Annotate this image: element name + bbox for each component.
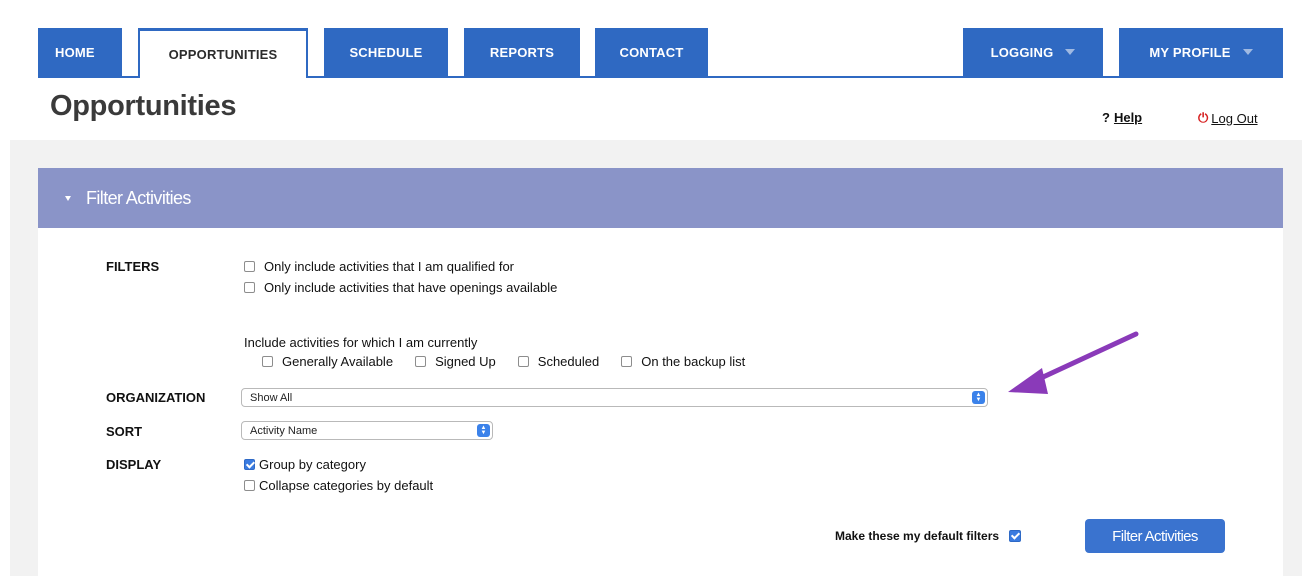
organization-select[interactable]: Show All ▲ ▼ bbox=[241, 388, 988, 407]
select-arrows-icon: ▲ ▼ bbox=[972, 391, 985, 404]
annotation-arrow-icon bbox=[1008, 331, 1139, 394]
tab-contact[interactable]: CONTACT bbox=[595, 28, 708, 76]
tab-home[interactable]: HOME bbox=[38, 28, 122, 76]
tab-opportunities[interactable]: OPPORTUNITIES bbox=[138, 28, 308, 78]
status-options: Generally Available Signed Up Scheduled … bbox=[262, 354, 767, 369]
sort-select[interactable]: Activity Name ▲ ▼ bbox=[241, 421, 493, 440]
status-backup-list-label: On the backup list bbox=[641, 354, 746, 369]
page-title: Opportunities bbox=[50, 90, 237, 122]
logout-link-label: Log Out bbox=[1211, 110, 1258, 126]
logout-link[interactable]: ⏻ Log Out bbox=[1198, 110, 1258, 126]
default-filters-checkbox[interactable] bbox=[1009, 530, 1022, 542]
status-intro-label: Include activities for which I am curren… bbox=[244, 335, 478, 350]
default-filters-option[interactable]: Make these my default filters bbox=[835, 529, 1022, 543]
help-link-label: Help bbox=[1113, 110, 1143, 125]
power-icon: ⏻ bbox=[1198, 110, 1209, 125]
filter-openings-option[interactable]: Only include activities that have openin… bbox=[244, 280, 557, 295]
display-collapse-option[interactable]: Collapse categories by default bbox=[244, 478, 433, 493]
filter-openings-checkbox[interactable] bbox=[244, 282, 255, 293]
status-generally-available-label: Generally Available bbox=[282, 354, 394, 369]
display-group-label: Group by category bbox=[259, 457, 366, 472]
tab-my-profile[interactable]: MY PROFILE bbox=[1119, 28, 1283, 76]
display-group-checkbox[interactable] bbox=[244, 459, 255, 470]
tab-my-profile-label: MY PROFILE bbox=[1149, 44, 1231, 60]
select-arrows-icon: ▲ ▼ bbox=[477, 424, 490, 437]
tab-schedule[interactable]: SCHEDULE bbox=[324, 28, 448, 76]
filter-activities-button[interactable]: Filter Activities bbox=[1085, 519, 1225, 553]
status-intro-text: Include activities for which I am curren… bbox=[244, 335, 477, 350]
tab-logging-label: LOGGING bbox=[990, 44, 1054, 60]
help-icon: ? bbox=[1102, 110, 1110, 125]
status-signed-up[interactable]: Signed Up bbox=[415, 354, 496, 369]
status-generally-available-checkbox[interactable] bbox=[262, 356, 273, 367]
status-signed-up-label: Signed Up bbox=[435, 354, 496, 369]
collapse-caret-icon bbox=[65, 195, 71, 201]
filter-qualified-label: Only include activities that I am qualif… bbox=[264, 259, 515, 274]
status-scheduled-label: Scheduled bbox=[537, 354, 600, 369]
display-collapse-label: Collapse categories by default bbox=[259, 478, 434, 493]
default-filters-label: Make these my default filters bbox=[835, 529, 1000, 543]
organization-label: ORGANIZATION bbox=[106, 390, 206, 405]
chevron-down-icon bbox=[1242, 49, 1253, 55]
filter-panel-title: Filter Activities bbox=[86, 187, 191, 208]
status-backup-list[interactable]: On the backup list bbox=[621, 354, 745, 369]
filter-qualified-option[interactable]: Only include activities that I am qualif… bbox=[244, 259, 514, 274]
tab-logging[interactable]: LOGGING bbox=[963, 28, 1103, 76]
status-scheduled-checkbox[interactable] bbox=[517, 356, 529, 367]
display-group-option[interactable]: Group by category bbox=[244, 457, 366, 472]
display-label: DISPLAY bbox=[106, 457, 162, 472]
filter-panel-header[interactable]: Filter Activities bbox=[38, 168, 1283, 228]
sort-selected-value: Activity Name bbox=[250, 424, 318, 437]
help-link[interactable]: ? Help bbox=[1102, 110, 1142, 125]
status-generally-available[interactable]: Generally Available bbox=[262, 354, 393, 369]
status-scheduled[interactable]: Scheduled bbox=[517, 354, 600, 369]
display-collapse-checkbox[interactable] bbox=[244, 480, 255, 491]
filters-label: FILTERS bbox=[106, 259, 160, 274]
filter-qualified-checkbox[interactable] bbox=[244, 261, 255, 272]
sort-label: SORT bbox=[106, 424, 143, 439]
organization-selected-value: Show All bbox=[250, 391, 293, 404]
status-backup-list-checkbox[interactable] bbox=[621, 356, 633, 367]
filter-openings-label: Only include activities that have openin… bbox=[264, 280, 558, 295]
status-signed-up-checkbox[interactable] bbox=[415, 356, 427, 367]
chevron-down-icon bbox=[1065, 49, 1076, 55]
tab-reports[interactable]: REPORTS bbox=[464, 28, 580, 76]
